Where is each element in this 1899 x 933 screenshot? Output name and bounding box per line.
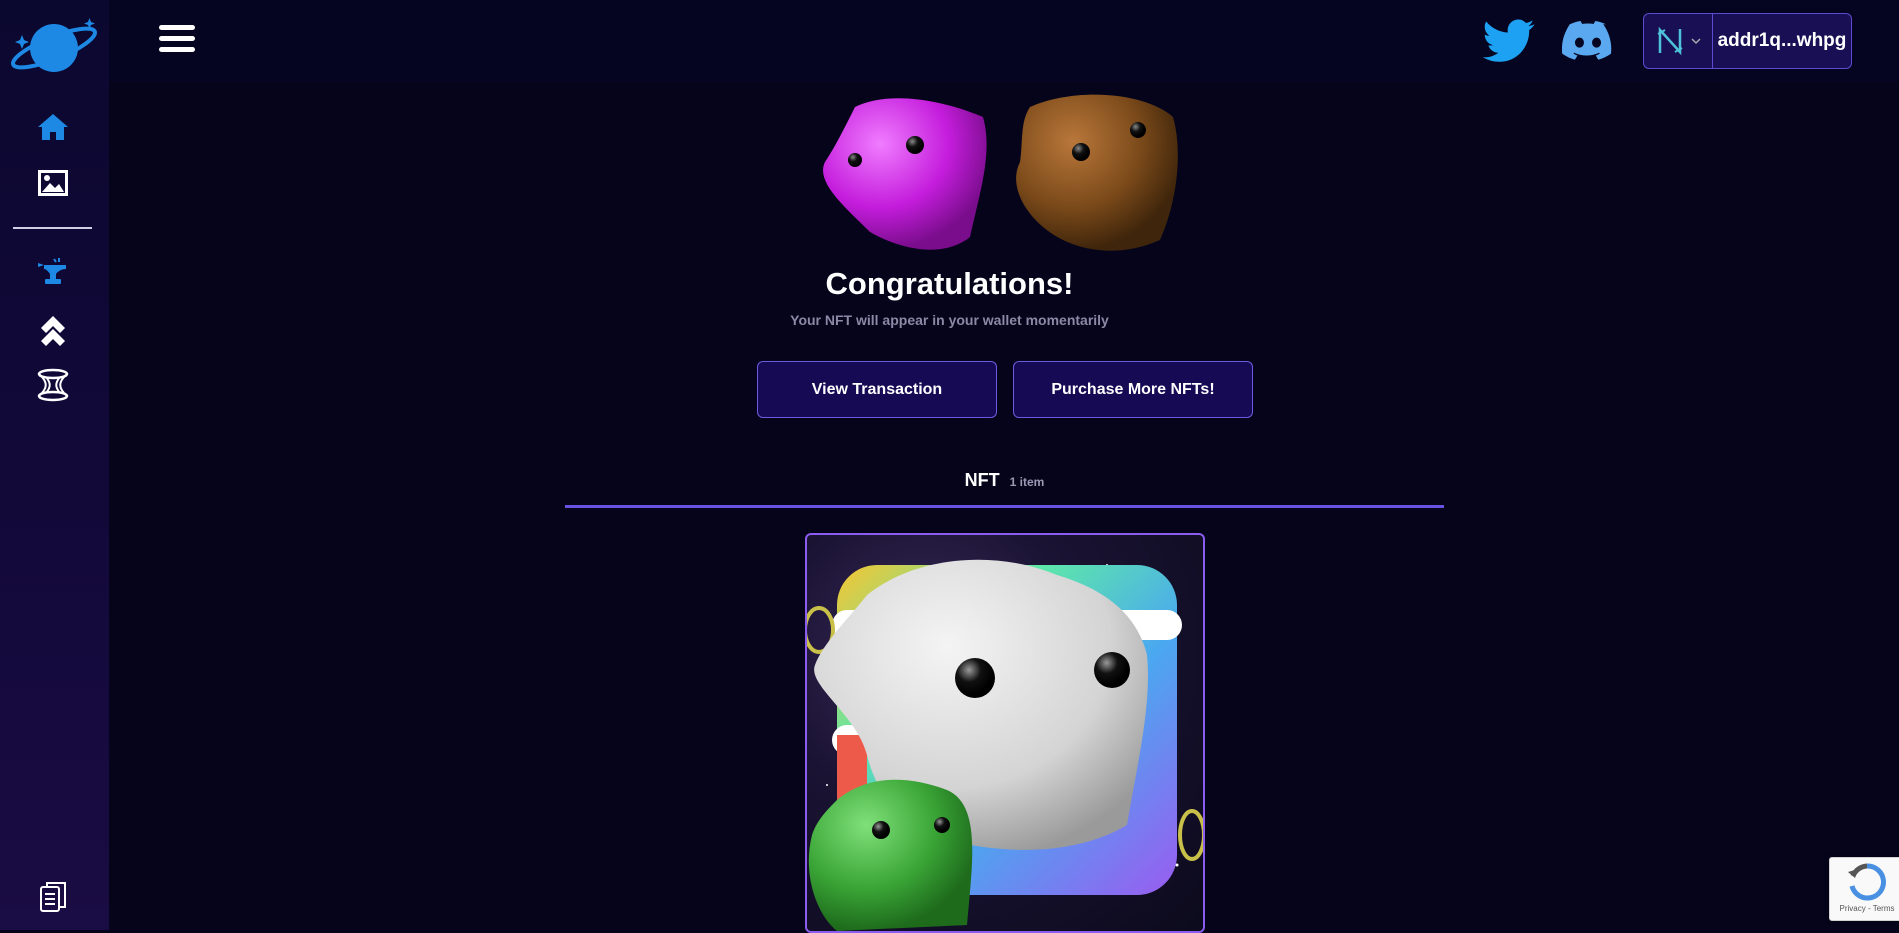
sidebar [0, 0, 109, 930]
top-bar [109, 0, 1899, 82]
planet-logo-icon[interactable] [8, 10, 100, 76]
nft-preview-blobs [815, 92, 1183, 257]
wallet-provider-selector[interactable] [1644, 14, 1713, 68]
wallet-address: addr1q...whpg [1717, 30, 1847, 51]
home-icon[interactable] [34, 108, 72, 146]
nft-image [807, 559, 1203, 931]
nft-card[interactable] [805, 533, 1205, 933]
gallery-icon[interactable] [34, 164, 72, 202]
nft-tab-bar: NFT 1 item [565, 466, 1444, 508]
hamburger-icon[interactable] [159, 25, 195, 57]
twitter-icon[interactable] [1482, 18, 1535, 64]
tab-nft[interactable]: NFT 1 item [565, 470, 1444, 491]
recaptcha-badge[interactable]: Privacy - Terms [1829, 857, 1899, 921]
wallet-button[interactable]: addr1q...whpg [1643, 13, 1852, 69]
purchase-more-button[interactable]: Purchase More NFTs! [1013, 361, 1253, 418]
tab-nft-label: NFT [964, 470, 1000, 490]
view-transaction-button[interactable]: View Transaction [757, 361, 997, 418]
sidebar-divider [13, 227, 92, 229]
chevron-down-icon [1691, 38, 1701, 45]
wormhole-icon[interactable] [34, 366, 72, 404]
discord-icon[interactable] [1561, 18, 1614, 64]
page-title: Congratulations! [825, 266, 1074, 301]
nami-wallet-icon [1657, 26, 1683, 56]
tab-underline [565, 505, 1444, 508]
documents-icon[interactable] [34, 878, 72, 916]
tab-nft-count: 1 item [1009, 475, 1045, 489]
page-subtitle: Your NFT will appear in your wallet mome… [790, 312, 1109, 328]
recaptcha-icon [1848, 863, 1886, 901]
recaptcha-links[interactable]: Privacy - Terms [1830, 904, 1899, 913]
